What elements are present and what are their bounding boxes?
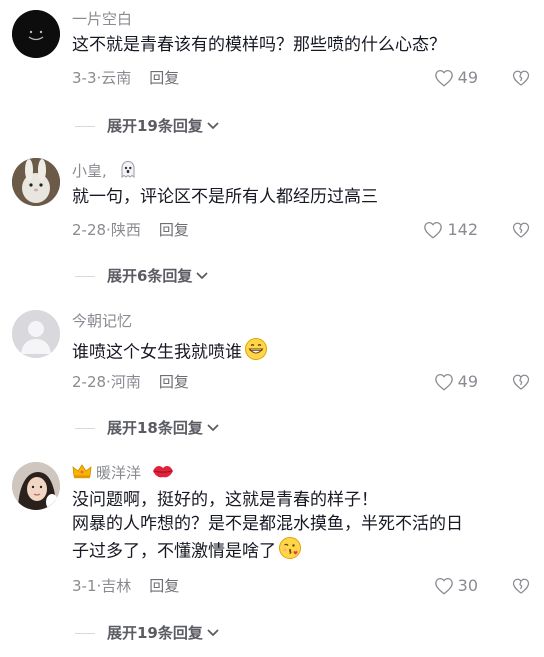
comment-text-span: 子过多了，不懂激情是啥了 <box>72 541 276 562</box>
divider-line <box>75 125 95 127</box>
comment-text-line: 这不就是青春该有的模样吗？那些喷的什么心态？ <box>72 35 446 55</box>
expand-replies[interactable]: 展开19条回复 <box>75 623 220 643</box>
heart-icon <box>434 577 453 595</box>
expand-replies[interactable]: 展开6条回复 <box>75 266 209 286</box>
expand-replies-label: 展开6条回复 <box>107 267 193 285</box>
comment-meta: 2-28·陕西 回复 <box>72 220 189 240</box>
dislike-button[interactable] <box>512 69 530 87</box>
chevron-down-icon <box>197 272 208 279</box>
comment-location: 陕西 <box>110 221 141 239</box>
avatar[interactable] <box>12 310 60 358</box>
comment-location: 吉林 <box>101 577 132 595</box>
avatar[interactable] <box>12 462 60 510</box>
comment-date: 3-1 <box>72 577 97 595</box>
like-count: 30 <box>457 576 478 595</box>
comment-item: 一片空白 这不就是青春该有的模样吗？那些喷的什么心态？ 3-3·云南 回复 49 … <box>0 0 544 145</box>
username[interactable]: 暖洋洋 <box>72 463 174 484</box>
chevron-down-icon <box>207 424 219 431</box>
comment-text-line: 子过多了，不懂激情是啥了 <box>72 536 463 562</box>
like-button[interactable]: 49 <box>434 68 478 88</box>
expand-replies-label: 展开19条回复 <box>107 117 203 135</box>
comment-meta: 3-1·吉林 回复 <box>72 576 179 596</box>
user-photo-avatar-icon <box>12 462 60 510</box>
kiss-emoji-icon <box>278 536 302 567</box>
like-count: 142 <box>447 220 478 239</box>
like-count: 49 <box>457 372 478 391</box>
comment-text: 谁喷这个女生我就喷谁 <box>72 337 268 363</box>
expand-replies[interactable]: 展开19条回复 <box>75 116 220 136</box>
comment-text: 没问题啊，挺好的，这就是青春的样子！ 网暴的人咋想的？是不是都混水摸鱼，半死不活… <box>72 488 463 562</box>
grin-emoji-icon <box>244 337 268 368</box>
ghost-badge-icon <box>118 159 138 184</box>
like-button[interactable]: 30 <box>434 576 478 596</box>
chevron-down-icon <box>207 122 219 129</box>
broken-heart-icon <box>512 578 530 594</box>
like-button[interactable]: 142 <box>423 220 478 240</box>
comment-item: 暖洋洋 没问题啊，挺好的，这就是青春的样子！ 网暴的人咋想的？是不是都混水摸鱼，… <box>0 447 544 657</box>
divider-line <box>75 427 95 429</box>
comment-date: 2-28 <box>72 221 107 239</box>
comment-date: 2-28 <box>72 373 107 391</box>
expand-replies-label: 展开18条回复 <box>107 419 203 437</box>
bunny-avatar-icon <box>12 158 60 206</box>
smiley-avatar-icon <box>12 10 60 58</box>
chevron-down-icon <box>207 629 219 636</box>
username-text: 暖洋洋 <box>96 464 142 482</box>
divider-line <box>75 275 95 277</box>
comment-text-line: 没问题啊，挺好的，这就是青春的样子！ <box>72 490 378 510</box>
broken-heart-icon <box>512 70 530 86</box>
lips-badge-icon <box>152 463 174 484</box>
comment-item: 小皇, 就一句，评论区不是所有人都经历过高三 2-28·陕西 回复 142 展开6… <box>0 145 544 295</box>
comment-text-line: 网暴的人咋想的？是不是都混水摸鱼，半死不活的日 <box>72 514 463 534</box>
reply-button[interactable]: 回复 <box>159 373 189 391</box>
dislike-button[interactable] <box>512 221 530 239</box>
comment-text: 就一句，评论区不是所有人都经历过高三 <box>72 185 378 209</box>
heart-icon <box>434 69 453 87</box>
avatar[interactable] <box>12 10 60 58</box>
reply-button[interactable]: 回复 <box>149 69 179 87</box>
comment-item: 今朝记忆 谁喷这个女生我就喷谁 2-28·河南 回复 49 展开18条回复 <box>0 295 544 447</box>
dislike-button[interactable] <box>512 577 530 595</box>
like-button[interactable]: 49 <box>434 372 478 392</box>
comment-text-line: 谁喷这个女生我就喷谁 <box>72 337 268 363</box>
username-text: 小皇, <box>72 162 107 180</box>
default-avatar-icon <box>12 310 60 358</box>
comment-text-span: 谁喷这个女生我就喷谁 <box>72 342 242 363</box>
comment-text-line: 就一句，评论区不是所有人都经历过高三 <box>72 187 378 207</box>
comment-date: 3-3 <box>72 69 97 87</box>
crown-icon <box>72 463 92 484</box>
username[interactable]: 一片空白 <box>72 9 132 29</box>
comment-text: 这不就是青春该有的模样吗？那些喷的什么心态？ <box>72 33 446 57</box>
avatar[interactable] <box>12 158 60 206</box>
expand-replies[interactable]: 展开18条回复 <box>75 418 220 438</box>
reply-button[interactable]: 回复 <box>159 221 189 239</box>
expand-replies-label: 展开19条回复 <box>107 624 203 642</box>
like-count: 49 <box>457 68 478 87</box>
reply-button[interactable]: 回复 <box>149 577 179 595</box>
comment-meta: 2-28·河南 回复 <box>72 372 189 392</box>
comment-meta: 3-3·云南 回复 <box>72 68 179 88</box>
heart-icon <box>434 373 453 391</box>
comment-location: 河南 <box>110 373 141 391</box>
heart-icon <box>424 221 443 239</box>
divider-line <box>75 632 95 634</box>
broken-heart-icon <box>512 374 530 390</box>
dislike-button[interactable] <box>512 373 530 391</box>
username[interactable]: 小皇, <box>72 159 138 184</box>
comment-location: 云南 <box>101 69 132 87</box>
broken-heart-icon <box>512 222 530 238</box>
username[interactable]: 今朝记忆 <box>72 311 132 331</box>
